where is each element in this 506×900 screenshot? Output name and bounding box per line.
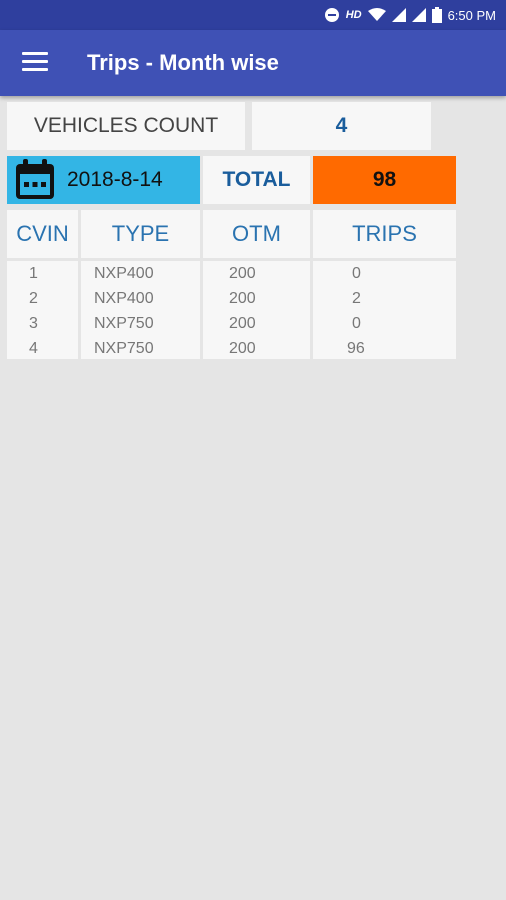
cell-cvin: 2 [29, 290, 38, 307]
cell-type: NXP750 [94, 315, 154, 332]
column-header-type: TYPE [81, 210, 200, 258]
wifi-icon [367, 8, 386, 21]
calendar-icon[interactable] [13, 158, 57, 202]
cell-otm: 200 [229, 340, 256, 357]
column-header-otm: OTM [203, 210, 310, 258]
vehicles-count-value: 4 [252, 102, 431, 150]
cell-type: NXP400 [94, 290, 154, 307]
column-otm [203, 261, 310, 359]
cell-cvin: 4 [29, 340, 38, 357]
signal-icon-2 [411, 8, 426, 22]
dnd-icon [324, 8, 339, 22]
clock: 6:50 PM [447, 7, 496, 23]
page-title: Trips - Month wise [87, 50, 279, 75]
date-picker[interactable]: 2018-8-14 [7, 156, 200, 204]
cell-type: NXP750 [94, 340, 154, 357]
total-label: TOTAL [203, 156, 310, 204]
battery-icon [431, 7, 442, 23]
hd-indicator: HD [345, 9, 362, 21]
date-value: 2018-8-14 [67, 168, 163, 191]
cell-otm: 200 [229, 290, 256, 307]
cell-cvin: 3 [29, 315, 38, 332]
cell-trips: 96 [347, 340, 365, 357]
cell-otm: 200 [229, 265, 256, 282]
status-bar: HD 6:50 PM [0, 0, 506, 30]
signal-icon [391, 8, 406, 22]
column-trips [313, 261, 456, 359]
column-header-cvin: CVIN [7, 210, 78, 258]
column-cvin [7, 261, 78, 359]
column-header-trips: TRIPS [313, 210, 456, 258]
cell-type: NXP400 [94, 265, 154, 282]
total-value: 98 [313, 156, 456, 204]
cell-trips: 0 [352, 265, 361, 282]
cell-trips: 2 [352, 290, 361, 307]
cell-otm: 200 [229, 315, 256, 332]
vehicles-count-label: VEHICLES COUNT [7, 102, 245, 150]
menu-icon[interactable] [22, 52, 48, 74]
cell-trips: 0 [352, 315, 361, 332]
app-bar: Trips - Month wise [0, 30, 506, 96]
cell-cvin: 1 [29, 265, 38, 282]
